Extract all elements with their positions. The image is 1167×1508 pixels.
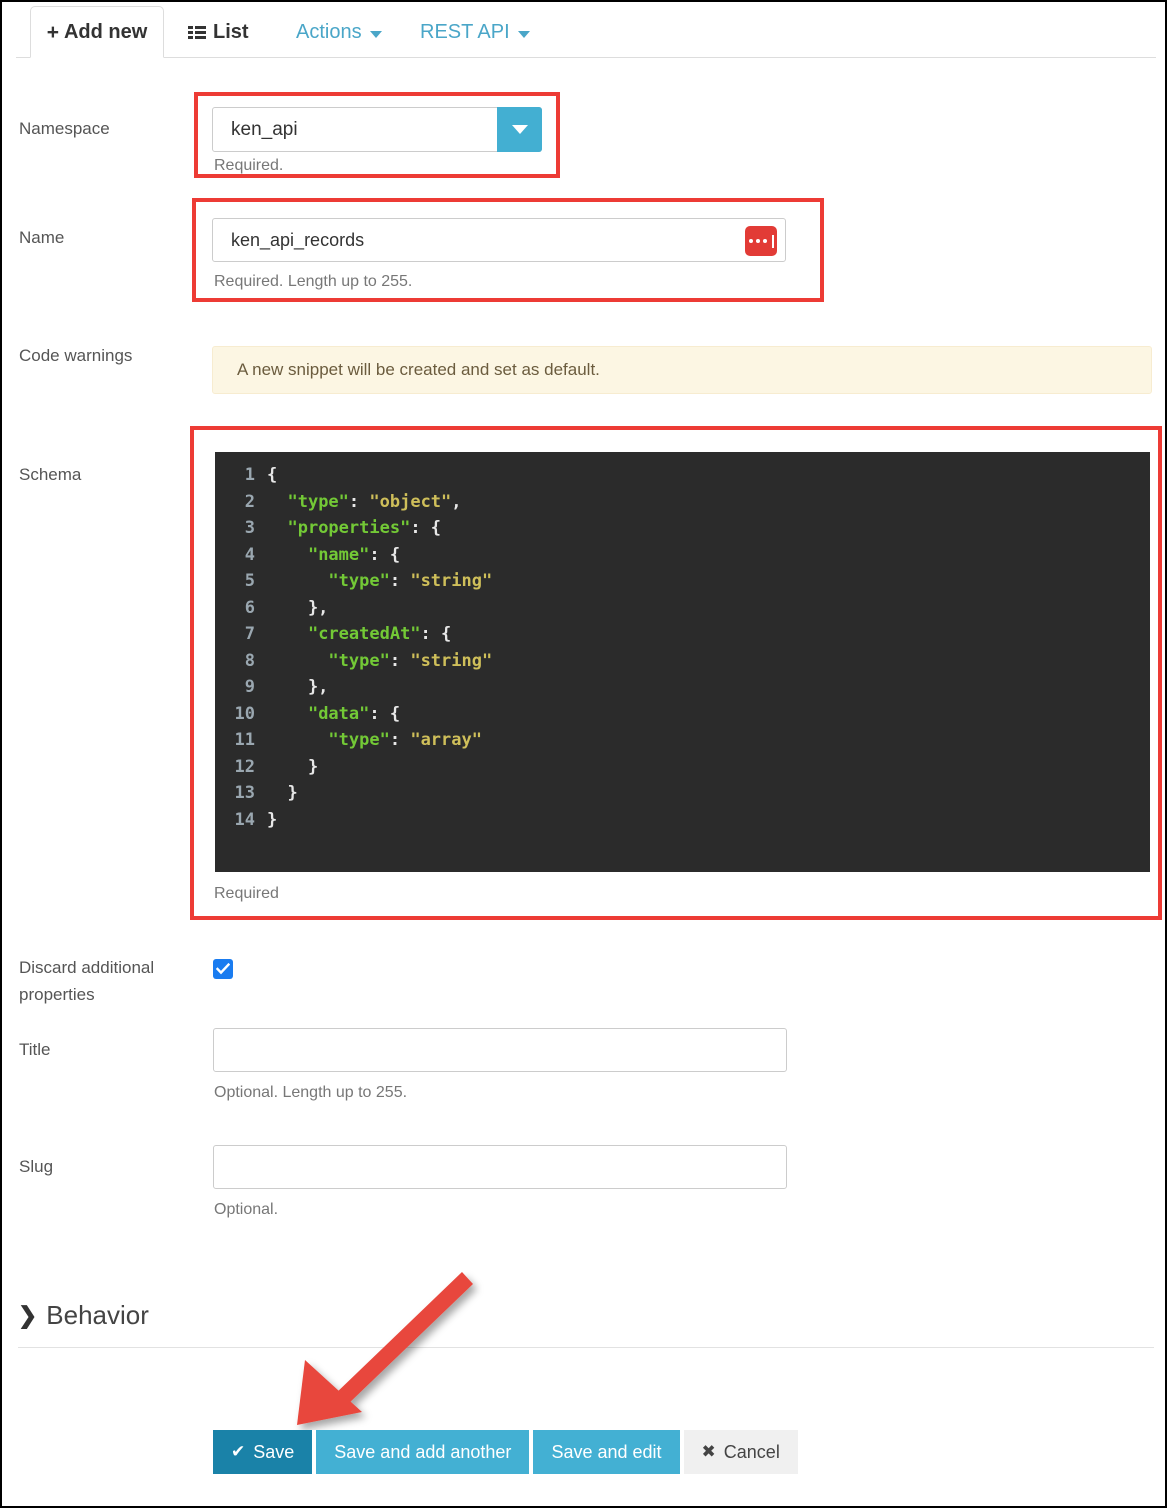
code-line: 9 }, xyxy=(215,674,1150,701)
save-and-add-another-button[interactable]: Save and add another xyxy=(316,1430,530,1474)
code-line: 12 } xyxy=(215,754,1150,781)
tab-actions-label: Actions xyxy=(296,20,362,43)
code-line: 3 "properties": { xyxy=(215,515,1150,542)
code-line: 5 "type": "string" xyxy=(215,568,1150,595)
slug-help: Optional. xyxy=(214,1201,279,1218)
save-button[interactable]: ✔ Save xyxy=(213,1430,313,1474)
code-warnings-label: Code warnings xyxy=(19,346,133,365)
check-icon: ✔ xyxy=(231,1442,246,1461)
code-line-text: }, xyxy=(267,597,329,618)
save-and-add-another-label: Save and add another xyxy=(334,1441,512,1462)
dropdown-arrow-icon[interactable] xyxy=(497,107,542,152)
code-line: 6 }, xyxy=(215,595,1150,622)
code-warnings-alert: A new snippet will be created and set as… xyxy=(212,346,1152,394)
title-input[interactable] xyxy=(213,1028,787,1072)
slug-input[interactable] xyxy=(213,1145,787,1189)
code-line: 11 "type": "array" xyxy=(215,727,1150,754)
code-line: 14} xyxy=(215,807,1150,834)
tab-list-label: List xyxy=(213,20,249,43)
name-input[interactable]: ken_api_records xyxy=(212,218,786,262)
code-line-text: "type": "array" xyxy=(328,730,482,750)
code-line-number: 14 xyxy=(234,809,255,830)
code-line: 2 "type": "object", xyxy=(215,489,1150,516)
plus-icon: + xyxy=(46,20,59,44)
code-line: 10 "data": { xyxy=(215,701,1150,728)
chevron-down-icon xyxy=(369,30,382,38)
code-line-text: } xyxy=(267,809,278,830)
code-line-text: "data": { xyxy=(307,703,401,724)
chevron-right-icon: ❯ xyxy=(18,1302,38,1328)
title-label: Title xyxy=(19,1040,51,1059)
schema-code-editor[interactable]: 1{2 "type": "object", 3 "properties": {4 … xyxy=(215,452,1150,872)
code-line: 1{ xyxy=(215,462,1150,489)
slug-label: Slug xyxy=(19,1157,54,1176)
tab-rest-api-label: REST API xyxy=(420,20,510,43)
namespace-select-value[interactable]: ken_api xyxy=(212,107,542,152)
code-line-number: 1 xyxy=(244,465,255,485)
name-input-value: ken_api_records xyxy=(231,229,365,250)
code-line-number: 7 xyxy=(244,624,255,644)
namespace-help: Required. xyxy=(214,157,284,174)
tab-rest-api[interactable]: REST API xyxy=(406,6,544,58)
code-line-number: 13 xyxy=(234,783,255,803)
code-line-number: 2 xyxy=(244,491,255,512)
code-line: 8 "type": "string" xyxy=(215,648,1150,675)
tab-actions[interactable]: Actions xyxy=(282,6,396,58)
tab-add-new-label: Add new xyxy=(63,20,148,43)
code-line-text: } xyxy=(267,783,298,803)
chevron-down-icon xyxy=(517,30,530,38)
tab-add-new[interactable]: + Add new xyxy=(30,6,164,58)
code-line-number: 11 xyxy=(234,730,255,750)
namespace-label: Namespace xyxy=(19,119,110,138)
code-line-number: 4 xyxy=(244,544,255,565)
code-line-text: "type": "string" xyxy=(328,650,493,671)
code-line-text: }, xyxy=(267,677,329,697)
form-actions: ✔ Save Save and add another Save and edi… xyxy=(213,1430,798,1474)
code-line-number: 10 xyxy=(234,703,255,724)
code-line-number: 9 xyxy=(244,677,255,697)
close-icon: ✖ xyxy=(701,1442,716,1461)
list-icon xyxy=(188,26,206,40)
cancel-button[interactable]: ✖ Cancel xyxy=(683,1430,798,1474)
code-line: 4 "name": { xyxy=(215,542,1150,569)
code-line-number: 3 xyxy=(244,518,255,538)
code-line-text: "name": { xyxy=(307,544,401,565)
code-line: 13 } xyxy=(215,780,1150,807)
code-warnings-message: A new snippet will be created and set as… xyxy=(237,360,600,379)
code-line-number: 8 xyxy=(244,650,255,671)
name-label: Name xyxy=(19,228,65,247)
code-line-text: "createdAt": { xyxy=(307,624,452,644)
code-line-text: "type": "object", xyxy=(287,491,462,512)
namespace-select[interactable]: ken_api xyxy=(212,107,542,152)
code-line-text: "type": "string" xyxy=(328,571,493,591)
code-line-number: 6 xyxy=(244,597,255,618)
schema-help: Required xyxy=(214,885,279,902)
title-help: Optional. Length up to 255. xyxy=(214,1084,408,1101)
code-line-text: { xyxy=(267,465,278,485)
tab-list[interactable]: List xyxy=(174,6,263,58)
screenshot-frame: + Add new List Actions REST API Namespace… xyxy=(0,0,1167,1508)
save-and-edit-label: Save and edit xyxy=(551,1441,662,1462)
ellipsis-icon[interactable] xyxy=(745,226,777,256)
code-line-number: 12 xyxy=(234,756,255,777)
tab-bar: + Add new List Actions REST API xyxy=(16,6,1156,58)
behavior-divider xyxy=(18,1347,1154,1348)
schema-label: Schema xyxy=(19,465,82,484)
code-line-text: "properties": { xyxy=(287,518,442,538)
cancel-button-label: Cancel xyxy=(723,1441,780,1462)
discard-additional-properties-checkbox[interactable] xyxy=(213,959,233,979)
name-help: Required. Length up to 255. xyxy=(214,273,413,290)
save-button-label: Save xyxy=(253,1441,295,1462)
code-line-text: } xyxy=(267,756,319,777)
save-and-edit-button[interactable]: Save and edit xyxy=(533,1430,680,1474)
behavior-label: Behavior xyxy=(46,1300,149,1330)
code-line-number: 5 xyxy=(244,571,255,591)
code-line: 7 "createdAt": { xyxy=(215,621,1150,648)
behavior-section-toggle[interactable]: ❯ Behavior xyxy=(18,1300,149,1331)
annotation-arrow-icon xyxy=(297,1272,473,1425)
discard-additional-properties-label: Discard additional properties xyxy=(19,958,155,1004)
